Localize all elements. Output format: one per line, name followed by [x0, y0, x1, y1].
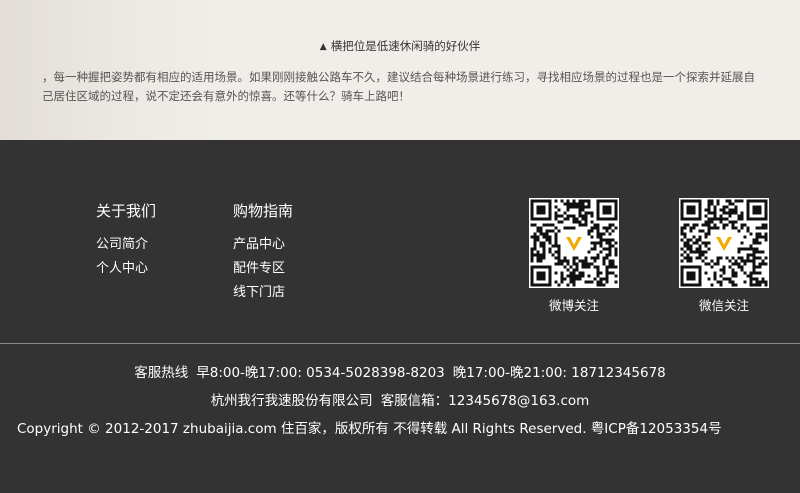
footer-link-company-intro[interactable]: 公司简介	[96, 233, 148, 257]
footer-column-title: 购物指南	[233, 202, 294, 220]
wechat-qr: 微信关注	[679, 198, 769, 314]
footer-link-offline-stores[interactable]: 线下门店	[233, 281, 285, 305]
company-name: 杭州我行我速股份有限公司	[210, 393, 373, 409]
triangle-icon: ▲	[319, 42, 327, 52]
wechat-follow-label: 微信关注	[698, 298, 749, 313]
hotline-label: 客服热线	[134, 365, 189, 381]
footer-link-product-center[interactable]: 产品中心	[233, 233, 285, 257]
caption-text: 横把位是低速休闲骑的好伙伴	[330, 39, 481, 53]
weibo-follow-label: 微博关注	[548, 298, 599, 313]
article-paragraph: ，每一种握把姿势都有相应的适用场景。如果刚刚接触公路车不久，建议结合每种场景进行…	[42, 70, 755, 103]
weibo-qr-code-icon	[529, 198, 619, 288]
wechat-qr-code-icon	[679, 198, 769, 288]
footer-link-accessories[interactable]: 配件专区	[233, 257, 285, 281]
weibo-qr: 微博关注	[529, 198, 619, 314]
company-row: 杭州我行我速股份有限公司 客服信箱：12345678@163.com	[0, 389, 800, 409]
copyright: Copyright © 2012-2017 zhubaijia.com 住百家，…	[17, 421, 722, 437]
article-section: ▲ 横把位是低速休闲骑的好伙伴 ，每一种握把姿势都有相应的适用场景。如果刚刚接触公…	[0, 0, 800, 140]
footer-column-title: 关于我们	[96, 202, 157, 220]
hotline-morning: 早8:00-晚17:00: 0534-5028398-8203	[196, 365, 445, 381]
hotline-row: 客服热线 早8:00-晚17:00: 0534-5028398-8203 晚17:0…	[0, 361, 800, 381]
site-footer: 入门 方式 路线 选择 问题 关于我们 公司简介 个人中心 购物指南 产品中心 …	[0, 140, 800, 493]
footer-divider	[0, 343, 800, 344]
image-caption: ▲ 横把位是低速休闲骑的好伙伴	[0, 38, 800, 54]
footer-link-personal-center[interactable]: 个人中心	[96, 257, 148, 281]
hotline-evening: 晚17:00-晚21:00: 18712345678	[452, 365, 666, 381]
service-email: 客服信箱：12345678@163.com	[380, 393, 590, 409]
